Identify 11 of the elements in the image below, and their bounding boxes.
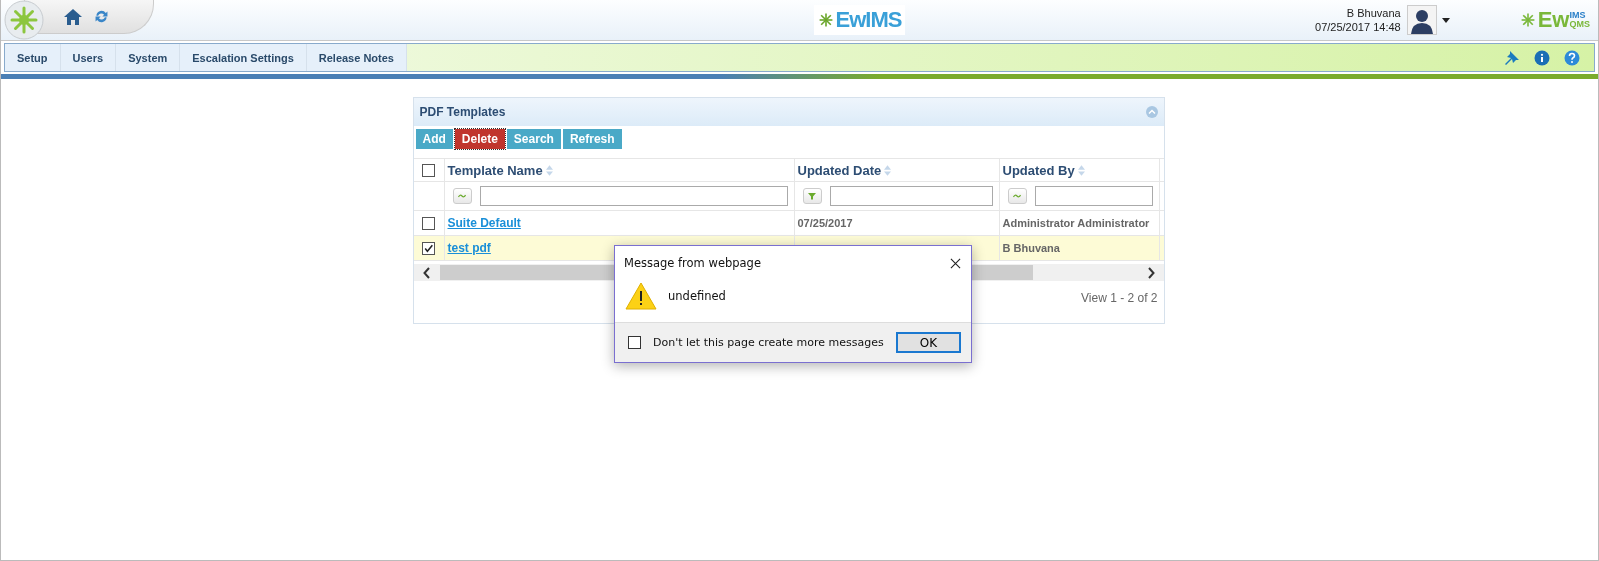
panel-title: PDF Templates [419, 105, 506, 119]
dialog-message: undefined [668, 289, 726, 303]
date-time: 07/25/2017 14:48 [1315, 20, 1401, 34]
table-cell: Administrator Administrator [1002, 217, 1150, 229]
table-cell: B Bhuvana [1002, 242, 1060, 254]
table-cell: 07/25/2017 [797, 217, 853, 229]
center-logo: EwIMS [813, 5, 906, 35]
dialog-title: Message from webpage [624, 256, 761, 270]
user-name: B Bhuvana [1346, 6, 1401, 20]
checkbox-label: Don't let this page create more messages [653, 336, 884, 349]
pager-text: View 1 - 2 of 2 [1081, 291, 1158, 305]
